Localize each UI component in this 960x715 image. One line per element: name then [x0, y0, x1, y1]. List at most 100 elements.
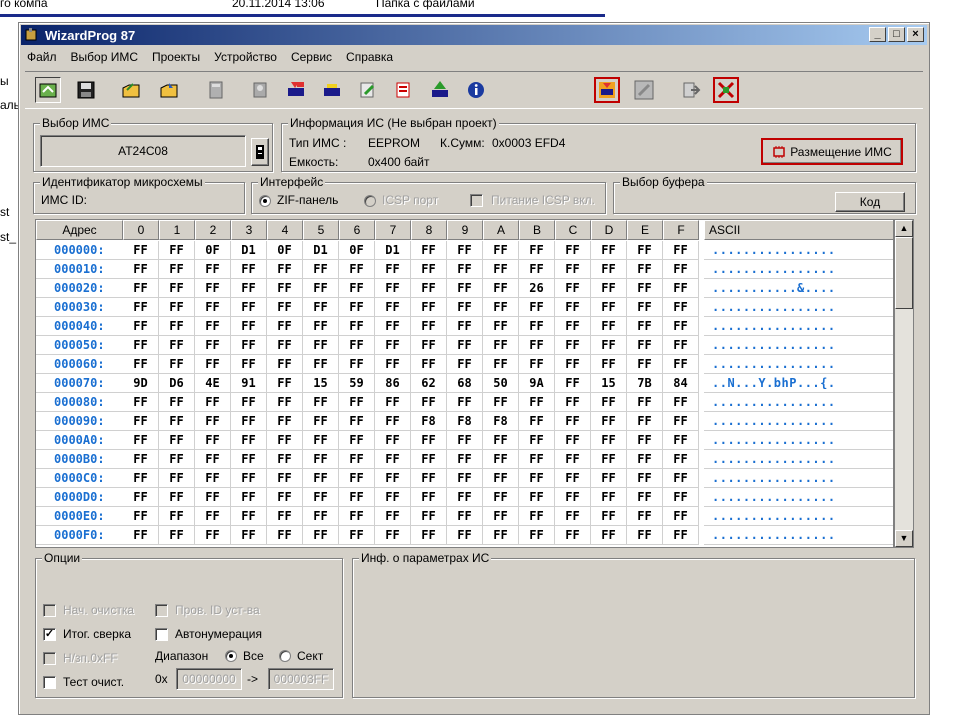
hex-cell[interactable]: FF	[519, 507, 555, 526]
hex-cell[interactable]: FF	[555, 526, 591, 545]
hex-cell[interactable]: FF	[555, 488, 591, 507]
hex-cell[interactable]: FF	[555, 412, 591, 431]
ascii-cell[interactable]: ................	[704, 355, 893, 374]
hex-cell[interactable]: FF	[303, 507, 339, 526]
hex-cell[interactable]: FF	[123, 431, 159, 450]
hex-cell[interactable]: FF	[627, 469, 663, 488]
hex-cell[interactable]: FF	[663, 393, 699, 412]
calculator-icon[interactable]	[203, 77, 229, 103]
hex-cell[interactable]: FF	[195, 431, 231, 450]
hex-cell[interactable]: FF	[123, 298, 159, 317]
hex-cell[interactable]: FF	[627, 393, 663, 412]
hex-cell[interactable]: FF	[447, 279, 483, 298]
hex-cell[interactable]: FF	[447, 260, 483, 279]
hex-cell[interactable]: FF	[267, 450, 303, 469]
hex-cell[interactable]: FF	[663, 260, 699, 279]
hex-cell[interactable]: FF	[375, 298, 411, 317]
hex-cell[interactable]: FF	[375, 469, 411, 488]
hex-cell[interactable]: FF	[123, 469, 159, 488]
hex-cell[interactable]: FF	[627, 317, 663, 336]
verify-chip-icon[interactable]	[391, 77, 417, 103]
ascii-cell[interactable]: ................	[704, 507, 893, 526]
hex-cell[interactable]: FF	[627, 431, 663, 450]
menu-service[interactable]: Сервис	[291, 50, 332, 64]
program-chip-icon[interactable]	[427, 77, 453, 103]
hex-cell[interactable]: FF	[663, 317, 699, 336]
hex-cell[interactable]: FF	[375, 488, 411, 507]
hex-cell[interactable]: FF	[303, 412, 339, 431]
hex-cell[interactable]: FF	[231, 393, 267, 412]
hex-cell[interactable]: FF	[591, 450, 627, 469]
hex-cell[interactable]: FF	[123, 317, 159, 336]
hex-cell[interactable]: FF	[411, 336, 447, 355]
hex-cell[interactable]: FF	[519, 298, 555, 317]
hex-cell[interactable]: FF	[123, 526, 159, 545]
hex-cell[interactable]: FF	[159, 526, 195, 545]
hex-cell[interactable]: FF	[411, 431, 447, 450]
hex-cell[interactable]: FF	[591, 469, 627, 488]
ascii-cell[interactable]: ................	[704, 317, 893, 336]
hex-cell[interactable]: FF	[375, 431, 411, 450]
final-verify-checkbox[interactable]: ✓	[43, 628, 56, 641]
hex-cell[interactable]: 7B	[627, 374, 663, 393]
hex-cell[interactable]: FF	[231, 507, 267, 526]
hex-cell[interactable]: FF	[555, 279, 591, 298]
hex-cell[interactable]: FF	[231, 431, 267, 450]
test-clear-checkbox[interactable]	[43, 676, 56, 689]
hex-cell[interactable]: FF	[195, 412, 231, 431]
hex-cell[interactable]: FF	[591, 507, 627, 526]
hex-cell[interactable]: FF	[411, 393, 447, 412]
reset-icon[interactable]	[713, 77, 739, 103]
hex-cell[interactable]: FF	[663, 298, 699, 317]
hex-cell[interactable]: FF	[519, 412, 555, 431]
hex-cell[interactable]: FF	[375, 450, 411, 469]
hex-cell[interactable]: FF	[627, 526, 663, 545]
hex-cell[interactable]: FF	[159, 450, 195, 469]
hex-cell[interactable]: FF	[267, 336, 303, 355]
hex-cell[interactable]: FF	[555, 317, 591, 336]
icsp-radio[interactable]	[364, 195, 376, 207]
hex-cell[interactable]: FF	[339, 317, 375, 336]
menu-projects[interactable]: Проекты	[152, 50, 200, 64]
hex-cell[interactable]: 26	[519, 279, 555, 298]
hex-cell[interactable]: FF	[447, 393, 483, 412]
hex-cell[interactable]: FF	[483, 336, 519, 355]
hex-cell[interactable]: 62	[411, 374, 447, 393]
hex-cell[interactable]: FF	[231, 336, 267, 355]
hex-cell[interactable]: FF	[483, 355, 519, 374]
range-all-radio[interactable]	[225, 650, 237, 662]
hex-cell[interactable]: FF	[663, 241, 699, 260]
ascii-cell[interactable]: ................	[704, 336, 893, 355]
hex-cell[interactable]: F8	[447, 412, 483, 431]
hex-cell[interactable]: FF	[519, 336, 555, 355]
hex-cell[interactable]: FF	[627, 450, 663, 469]
range-from-field[interactable]: 00000000	[176, 668, 242, 690]
hex-cell[interactable]: FF	[267, 507, 303, 526]
hex-cell[interactable]: FF	[519, 260, 555, 279]
hex-cell[interactable]: FF	[159, 317, 195, 336]
hex-cell[interactable]: FF	[447, 355, 483, 374]
write-chip-icon[interactable]	[355, 77, 381, 103]
hex-cell[interactable]: FF	[627, 260, 663, 279]
hex-cell[interactable]: FF	[375, 317, 411, 336]
hex-cell[interactable]: FF	[267, 317, 303, 336]
zif-radio[interactable]	[259, 195, 271, 207]
hex-cell[interactable]: FF	[267, 526, 303, 545]
hex-cell[interactable]: FF	[591, 355, 627, 374]
hex-cell[interactable]: FF	[123, 488, 159, 507]
hex-cell[interactable]: FF	[339, 412, 375, 431]
hex-cell[interactable]: FF	[447, 469, 483, 488]
hex-cell[interactable]: FF	[267, 393, 303, 412]
check-id-checkbox[interactable]	[155, 604, 168, 617]
hex-cell[interactable]: FF	[411, 241, 447, 260]
scroll-up-button[interactable]: ▲	[895, 220, 913, 237]
hex-cell[interactable]: FF	[627, 336, 663, 355]
hex-cell[interactable]: FF	[303, 469, 339, 488]
hex-cell[interactable]: FF	[303, 526, 339, 545]
icsp-power-checkbox[interactable]	[470, 194, 483, 207]
hex-cell[interactable]: 15	[591, 374, 627, 393]
hex-cell[interactable]: FF	[411, 355, 447, 374]
hex-cell[interactable]: FF	[195, 317, 231, 336]
read-chip-icon[interactable]	[283, 77, 309, 103]
hex-cell[interactable]: FF	[123, 279, 159, 298]
